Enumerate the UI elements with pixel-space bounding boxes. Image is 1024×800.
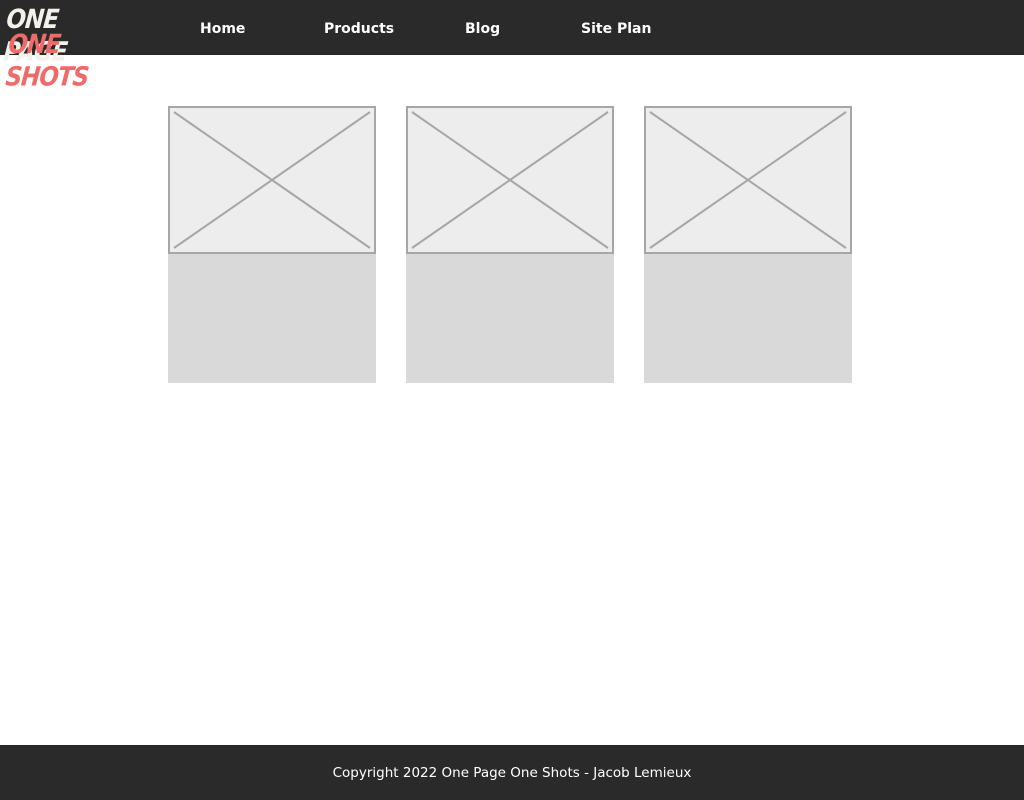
copyright-text: Copyright 2022 One Page One Shots - Jaco…: [332, 765, 692, 781]
nav-home-link[interactable]: Home: [200, 19, 245, 39]
nav-products-link[interactable]: Products: [324, 19, 394, 39]
logo-line-2: ONE SHOTS: [4, 30, 90, 93]
site-logo[interactable]: ONE PAGE ONE SHOTS: [2, 4, 112, 92]
card-body: [644, 254, 852, 383]
product-card[interactable]: [644, 106, 852, 383]
product-card[interactable]: [406, 106, 614, 383]
product-card[interactable]: [168, 106, 376, 383]
nav-site-plan-link[interactable]: Site Plan: [581, 19, 651, 39]
site-footer: Copyright 2022 One Page One Shots - Jaco…: [0, 745, 1024, 800]
image-placeholder-icon: [644, 106, 852, 254]
nav-blog-link[interactable]: Blog: [465, 19, 500, 39]
image-placeholder-icon: [168, 106, 376, 254]
site-header: ONE PAGE ONE SHOTS Home Products Blog Si…: [0, 0, 1024, 92]
card-body: [406, 254, 614, 383]
card-body: [168, 254, 376, 383]
image-placeholder-icon: [406, 106, 614, 254]
